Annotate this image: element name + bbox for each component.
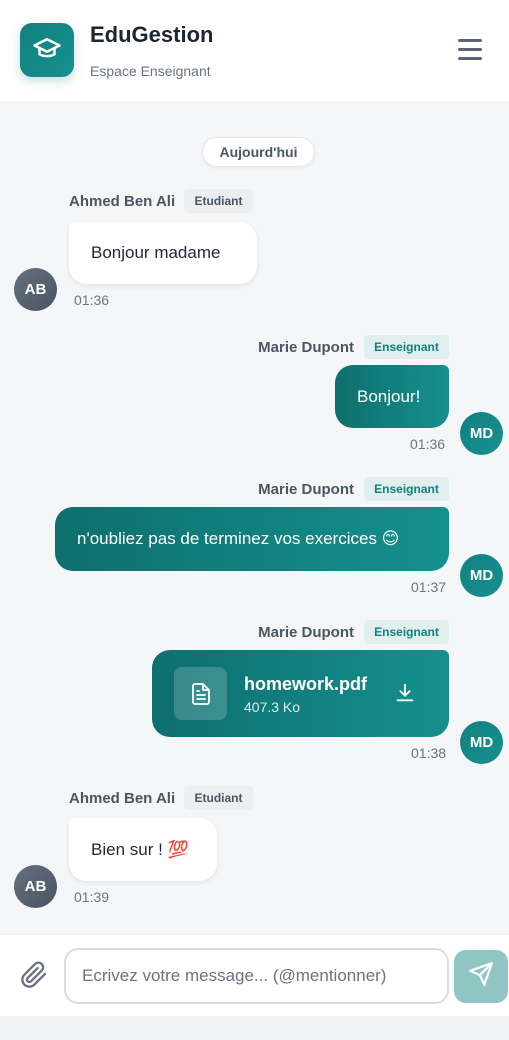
avatar: MD xyxy=(460,554,503,597)
message-time: 01:39 xyxy=(74,889,110,905)
download-icon[interactable] xyxy=(394,682,418,706)
app-subtitle: Espace Enseignant xyxy=(90,63,211,79)
date-separator: Aujourd'hui xyxy=(202,137,315,167)
bottom-spacer xyxy=(0,1016,509,1040)
message-sender-name: Marie Dupont xyxy=(258,339,354,356)
document-icon xyxy=(174,667,227,720)
role-badge: Enseignant xyxy=(364,620,449,644)
role-badge: Etudiant xyxy=(184,189,253,213)
send-button[interactable] xyxy=(454,950,508,1003)
message-time: 01:36 xyxy=(410,436,446,452)
send-icon xyxy=(468,961,494,992)
message-time: 01:37 xyxy=(411,579,447,595)
message-time: 01:38 xyxy=(411,745,447,761)
message-composer xyxy=(0,934,509,1016)
role-badge: Enseignant xyxy=(364,335,449,359)
graduation-cap-icon xyxy=(32,33,62,68)
message-time: 01:36 xyxy=(74,292,110,308)
message-input[interactable] xyxy=(64,948,449,1004)
avatar: AB xyxy=(14,268,57,311)
paperclip-icon[interactable] xyxy=(20,961,50,991)
message-bubble: n'oubliez pas de terminez vos exercices … xyxy=(55,507,449,571)
avatar: MD xyxy=(460,721,503,764)
app-header: EduGestion Espace Enseignant xyxy=(0,0,509,103)
message-bubble: Bien sur ! 💯 xyxy=(69,818,217,881)
file-size: 407.3 Ko xyxy=(244,699,301,715)
message-bubble: Bonjour madame xyxy=(69,222,257,284)
message-sender-name: Marie Dupont xyxy=(258,481,354,498)
role-badge: Enseignant xyxy=(364,477,449,501)
avatar: MD xyxy=(460,412,503,455)
message-sender-name: Ahmed Ben Ali xyxy=(69,790,176,807)
message-sender-name: Marie Dupont xyxy=(258,624,354,641)
message-bubble: Bonjour! xyxy=(335,365,449,428)
app-title: EduGestion xyxy=(90,22,214,47)
role-badge: Etudiant xyxy=(184,786,253,810)
message-sender-name: Ahmed Ben Ali xyxy=(69,193,176,210)
file-name: homework.pdf xyxy=(244,674,368,694)
hamburger-menu-icon[interactable] xyxy=(456,37,484,63)
avatar: AB xyxy=(14,865,57,908)
file-attachment-bubble[interactable]: homework.pdf 407.3 Ko xyxy=(152,650,449,737)
app-logo xyxy=(20,23,74,77)
